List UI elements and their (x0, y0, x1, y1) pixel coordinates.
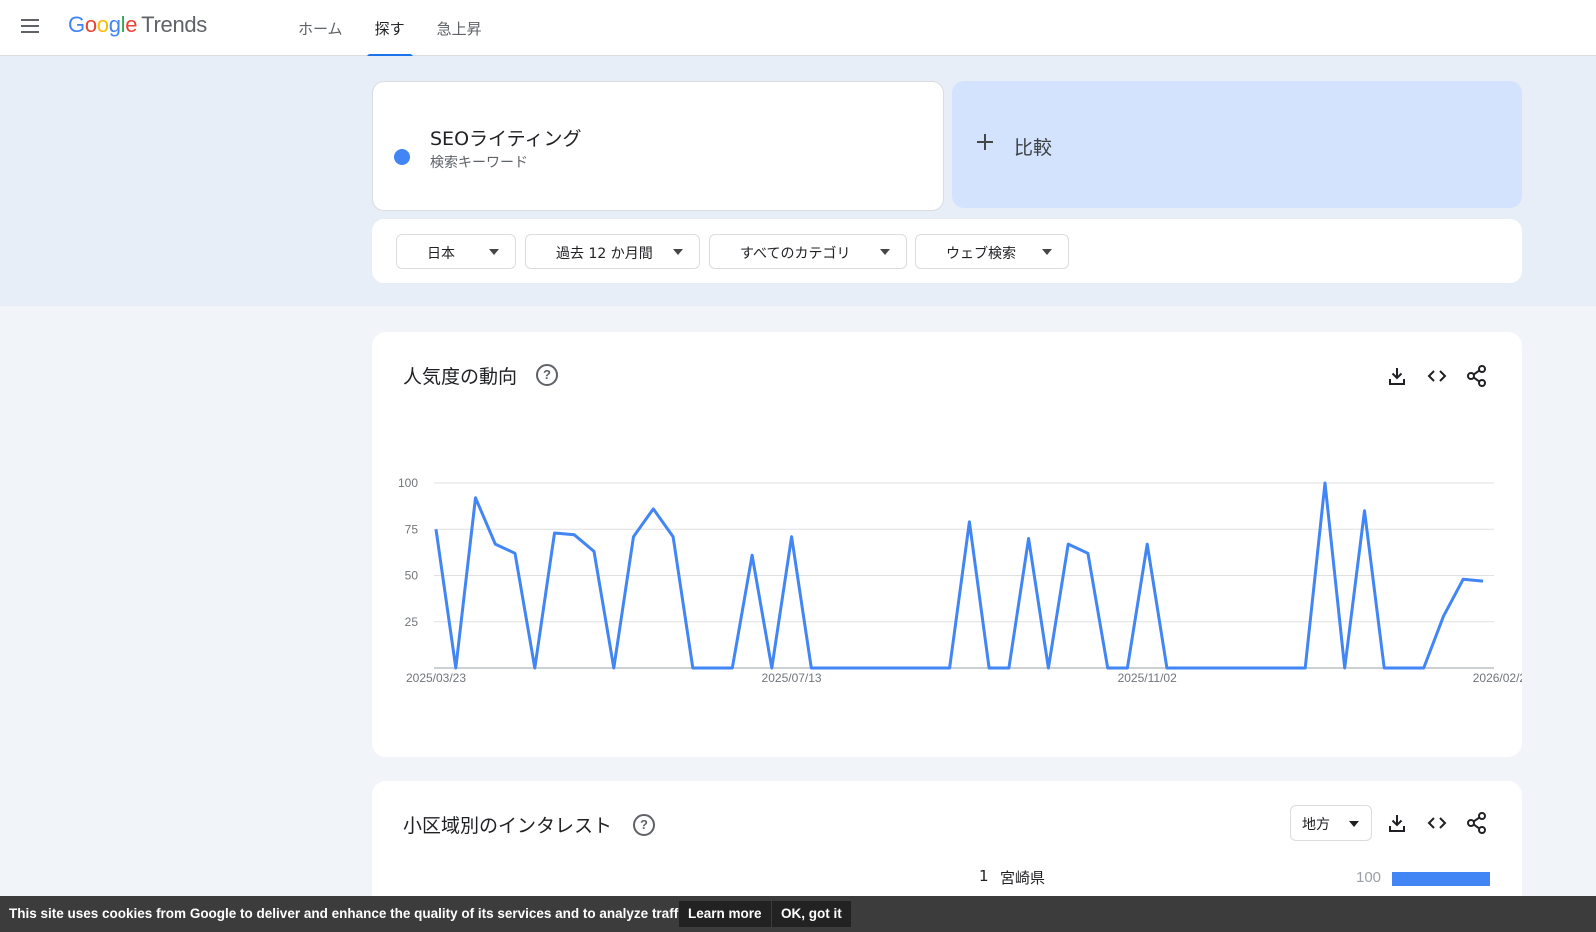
learn-more-button[interactable]: Learn more (679, 901, 771, 927)
resolution-select[interactable]: 地方 (1290, 805, 1372, 841)
search-type-filter-label: ウェブ検索 (946, 246, 1016, 262)
region-value: 100 (1356, 869, 1382, 886)
caret-down-icon (1349, 821, 1359, 827)
main-nav: ホーム 探す 急上昇 (290, 0, 506, 57)
search-type-filter[interactable]: ウェブ検索 (915, 234, 1069, 269)
interest-over-time-chart[interactable]: 25 50 75 100 2025/03/23 2025/07/13 2025/11/02 2… (372, 332, 1522, 757)
caret-down-icon (489, 249, 499, 255)
menu-icon[interactable] (18, 14, 42, 38)
cookie-text: This site uses cookies from Google to de… (9, 906, 694, 921)
caret-down-icon (673, 249, 683, 255)
ok-got-it-button[interactable]: OK, got it (772, 901, 851, 927)
resolution-select-label: 地方 (1302, 817, 1330, 833)
embed-icon[interactable] (1423, 809, 1451, 837)
term-color-dot (394, 149, 410, 165)
tab-explore[interactable]: 探す (366, 0, 413, 57)
region-filter[interactable]: 日本 (396, 234, 516, 269)
search-term-type: 検索キーワード (430, 155, 528, 171)
filter-bar: 日本 過去 12 か月間 すべてのカテゴリ ウェブ検索 (372, 219, 1522, 283)
y-tick-label: 100 (398, 476, 418, 490)
period-filter[interactable]: 過去 12 か月間 (525, 234, 700, 269)
share-icon[interactable] (1463, 809, 1491, 837)
category-filter[interactable]: すべてのカテゴリ (709, 234, 907, 269)
tab-home[interactable]: ホーム (290, 0, 351, 56)
help-icon[interactable]: ? (633, 814, 655, 836)
caret-down-icon (1042, 249, 1052, 255)
region-rank: 1 (979, 867, 989, 885)
period-filter-label: 過去 12 か月間 (556, 246, 653, 262)
google-trends-logo[interactable]: Google Trends (68, 12, 207, 38)
top-app-bar: Google Trends ホーム 探す 急上昇 (0, 0, 1596, 57)
caret-down-icon (880, 249, 890, 255)
y-tick-label: 25 (405, 615, 419, 629)
region-value-bar (1392, 872, 1490, 886)
x-tick-label: 2025/03/23 (406, 671, 466, 685)
tab-trending[interactable]: 急上昇 (429, 0, 490, 56)
category-filter-label: すべてのカテゴリ (740, 246, 851, 262)
compare-label: 比較 (1014, 137, 1053, 159)
y-tick-label: 75 (405, 522, 419, 536)
search-term[interactable]: SEOライティング (430, 124, 582, 151)
x-tick-label: 2026/02/22 (1473, 671, 1522, 685)
x-tick-label: 2025/11/02 (1118, 671, 1177, 685)
region-filter-label: 日本 (427, 246, 455, 262)
x-tick-label: 2025/07/13 (762, 671, 822, 685)
plus-icon (976, 129, 994, 157)
compare-button[interactable]: 比較 (952, 81, 1522, 208)
region-name: 宮崎県 (1000, 869, 1046, 887)
y-tick-label: 50 (405, 569, 419, 583)
interest-by-region-title: 小区域別のインタレスト (403, 815, 613, 837)
cookie-banner: This site uses cookies from Google to de… (0, 896, 1596, 932)
interest-over-time-card: 人気度の動向 ? 25 50 75 100 2025/03/23 2025/07/13 20… (372, 332, 1522, 757)
search-term-card[interactable]: SEOライティング 検索キーワード (372, 81, 944, 211)
download-icon[interactable] (1383, 809, 1411, 837)
